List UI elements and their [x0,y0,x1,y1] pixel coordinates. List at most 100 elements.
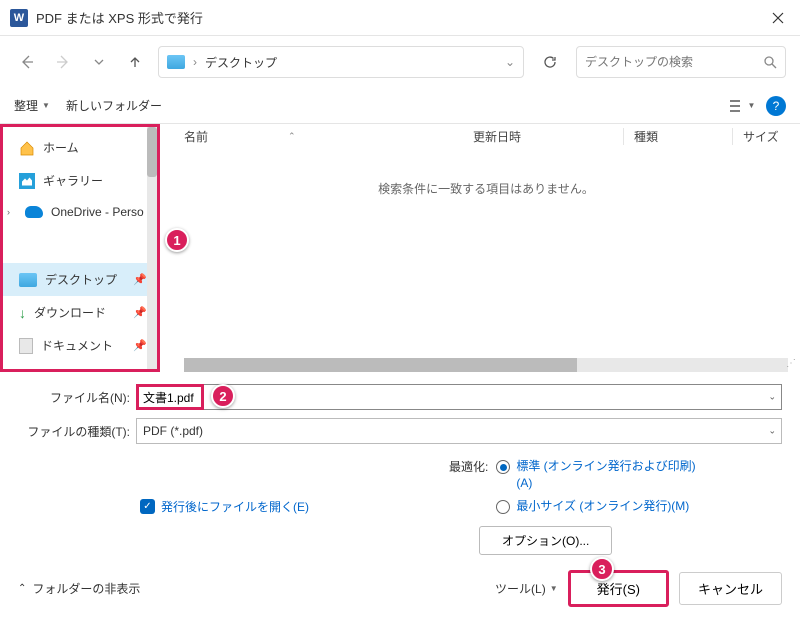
sidebar-item-onedrive[interactable]: › OneDrive - Perso [3,197,157,227]
back-button[interactable] [14,49,40,75]
cancel-button-label: キャンセル [698,582,763,597]
navigation-bar: › デスクトップ ⌄ [0,36,800,88]
refresh-button[interactable] [534,46,566,78]
pin-icon: 📌 [133,273,147,286]
sidebar-item-label: ホーム [43,139,79,156]
options-button-label: オプション(O)... [502,534,589,548]
recent-button[interactable] [86,49,112,75]
open-after-label: 発行後にファイルを開く(E) [161,498,309,515]
help-button[interactable]: ? [766,96,786,116]
sidebar-item-desktop[interactable]: デスクトップ 📌 [3,263,157,296]
sidebar-item-home[interactable]: ホーム [3,131,157,164]
optimize-standard-label: 標準 (オンライン発行および印刷)(A) [516,458,696,492]
search-icon [763,55,777,69]
sidebar-item-label: OneDrive - Perso [51,205,144,219]
tools-dropdown[interactable]: ツール(L) ▼ [495,580,558,597]
sidebar-item-label: ギャラリー [43,172,103,189]
file-list-pane: 名前 ⌃ 更新日時 種類 サイズ 検索条件に一致する項目はありません。 ⋰ [160,124,800,372]
optimize-minsize-radio[interactable]: 最小サイズ (オンライン発行)(M) [496,498,696,515]
horizontal-scrollbar[interactable] [184,358,788,372]
arrow-up-icon [128,55,142,69]
pin-icon: 📌 [133,339,147,352]
word-app-icon: W [10,9,28,27]
publish-button[interactable]: 発行(S) [568,570,669,607]
publish-button-label: 発行(S) [597,582,640,597]
radio-unchecked-icon [496,500,510,514]
folder-icon [167,55,185,69]
column-name[interactable]: 名前 ⌃ [184,128,473,145]
arrow-left-icon [19,54,35,70]
scrollbar-thumb[interactable] [184,358,577,372]
gallery-icon [19,173,35,189]
search-input[interactable] [585,55,755,69]
column-headers: 名前 ⌃ 更新日時 種類 サイズ [184,124,788,150]
optimize-minsize-label: 最小サイズ (オンライン発行)(M) [516,498,689,515]
chevron-right-icon[interactable]: › [7,207,17,217]
chevron-down-icon: ▼ [550,584,558,593]
checkbox-checked-icon: ✓ [140,499,155,514]
callout-3: 3 [590,557,614,581]
chevron-down-icon: ▼ [42,101,50,110]
sidebar-item-label: ドキュメント [41,337,113,354]
list-view-icon [729,99,745,113]
pin-icon: 📌 [133,306,147,319]
column-name-label: 名前 [184,128,208,145]
column-size[interactable]: サイズ [733,128,788,145]
address-bar[interactable]: › デスクトップ ⌄ [158,46,524,78]
options-button[interactable]: オプション(O)... [479,526,612,555]
chevron-down-icon: ▼ [748,101,756,110]
radio-checked-icon [496,460,510,474]
column-type[interactable]: 種類 [623,128,733,145]
chevron-down-icon[interactable]: ⌄ [768,426,776,437]
optimize-label: 最適化: [449,458,488,516]
chevron-down-icon[interactable]: ⌄ [505,55,515,69]
toolbar: 整理 ▼ 新しいフォルダー ▼ ? [0,88,800,124]
sidebar-item-label: デスクトップ [45,271,117,288]
callout-2: 2 [211,384,235,408]
hide-folders-label: フォルダーの非表示 [32,580,140,597]
column-type-label: 種類 [634,130,658,144]
organize-label: 整理 [14,97,38,114]
footer: ⌃ フォルダーの非表示 ツール(L) ▼ 発行(S) キャンセル [0,558,800,619]
home-icon [19,140,35,156]
filetype-label: ファイルの種類(T): [18,423,136,440]
breadcrumb-location: デスクトップ [205,54,277,71]
sidebar-item-documents[interactable]: ドキュメント 📌 [3,329,157,362]
open-after-checkbox[interactable]: ✓ 発行後にファイルを開く(E) [140,458,309,555]
view-mode-button[interactable]: ▼ [728,94,756,118]
filetype-value: PDF (*.pdf) [143,424,203,438]
options-area: ✓ 発行後にファイルを開く(E) 最適化: 標準 (オンライン発行および印刷)(… [0,452,800,555]
chevron-down-icon [93,56,105,68]
sidebar-item-downloads[interactable]: ↓ ダウンロード 📌 [3,296,157,329]
scrollbar-thumb[interactable] [147,127,157,177]
close-button[interactable] [766,6,790,30]
dialog-title: PDF または XPS 形式で発行 [36,8,203,27]
refresh-icon [542,54,558,70]
close-icon [772,12,784,24]
filetype-select[interactable]: PDF (*.pdf) [136,418,782,444]
organize-button[interactable]: 整理 ▼ [14,97,50,114]
resize-grip-icon[interactable]: ⋰ [786,358,800,372]
new-folder-label: 新しいフォルダー [66,97,162,114]
sidebar-item-label: ダウンロード [34,304,106,321]
forward-button[interactable] [50,49,76,75]
up-button[interactable] [122,49,148,75]
folder-icon [19,273,37,287]
column-date[interactable]: 更新日時 [473,128,623,145]
content-area: ホーム ギャラリー › OneDrive - Perso デスクトップ 📌 ↓ … [0,124,800,372]
sidebar-scrollbar[interactable] [147,127,157,369]
chevron-down-icon[interactable]: ⌄ [768,392,776,403]
hide-folders-toggle[interactable]: ⌃ フォルダーの非表示 [18,580,140,597]
cancel-button[interactable]: キャンセル [679,572,782,605]
folder-tree: ホーム ギャラリー › OneDrive - Perso デスクトップ 📌 ↓ … [0,124,160,372]
column-date-label: 更新日時 [473,130,521,144]
sidebar-item-gallery[interactable]: ギャラリー [3,164,157,197]
download-icon: ↓ [19,305,26,321]
onedrive-icon [25,206,43,218]
search-box[interactable] [576,46,786,78]
new-folder-button[interactable]: 新しいフォルダー [66,97,162,114]
tools-label: ツール(L) [495,580,546,597]
chevron-up-icon: ⌃ [18,583,26,594]
optimize-standard-radio[interactable]: 標準 (オンライン発行および印刷)(A) [496,458,696,492]
column-size-label: サイズ [743,130,779,144]
